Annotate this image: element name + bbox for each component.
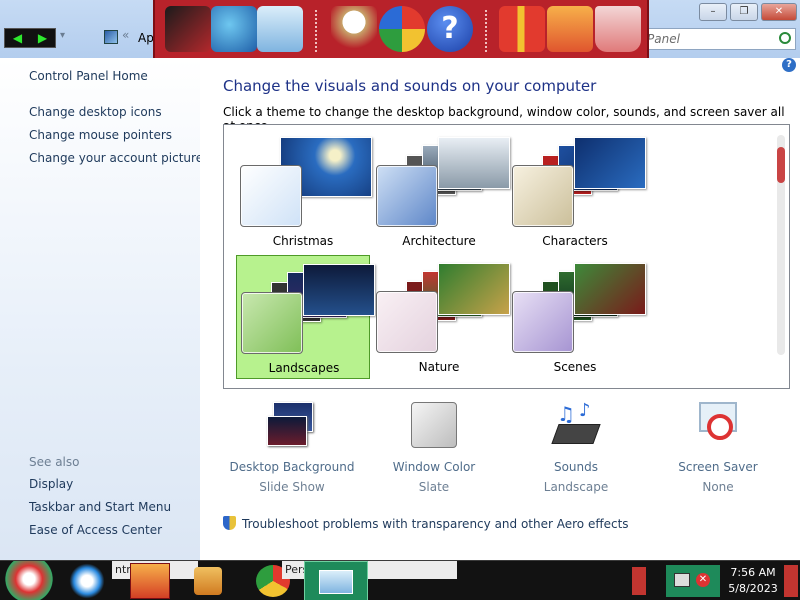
screen-saver-setting[interactable]: Screen Saver None	[648, 400, 788, 494]
sounds-setting[interactable]: ♫ ♪ Sounds Landscape	[506, 400, 646, 494]
show-desktop-button[interactable]	[784, 565, 798, 597]
theme-scrollbar[interactable]	[777, 135, 785, 355]
start-button[interactable]	[4, 561, 54, 600]
theme-landscapes[interactable]: Landscapes	[236, 255, 375, 379]
file-explorer-icon[interactable]	[130, 563, 170, 599]
theme-characters[interactable]: Characters	[508, 129, 646, 253]
troubleshoot-link[interactable]: Troubleshoot problems with transparency …	[223, 516, 629, 531]
minimize-button[interactable]: –	[699, 3, 727, 21]
theme-color-swatch	[512, 165, 574, 227]
setting-label: Window Color	[392, 460, 476, 474]
maximize-button[interactable]: ❐	[730, 3, 758, 21]
setting-value: Landscape	[543, 480, 609, 494]
search-placeholder: Panel	[647, 32, 680, 46]
control-panel-taskbar-button[interactable]	[304, 561, 368, 600]
theme-color-swatch	[240, 165, 302, 227]
dock-separator	[315, 10, 317, 52]
theme-gallery: Christmas Architecture Characters Landsc…	[223, 124, 790, 389]
setting-label: Sounds	[553, 460, 599, 474]
help-icon[interactable]: ?	[427, 6, 473, 52]
theme-label: Characters	[542, 234, 608, 248]
checkmark-shield-icon[interactable]	[379, 6, 425, 52]
forward-button[interactable]: ▶	[30, 29, 55, 47]
santa-monitor-icon[interactable]	[165, 6, 211, 52]
window-color-setting[interactable]: Window Color Slate	[364, 400, 504, 494]
sounds-icon: ♫ ♪	[551, 400, 601, 450]
folder-icon[interactable]	[547, 6, 593, 52]
desktop-background-icon	[267, 400, 317, 450]
recycle-bin-icon[interactable]	[595, 6, 641, 52]
back-button[interactable]: ◀	[5, 29, 30, 47]
control-panel-icon[interactable]	[257, 6, 303, 52]
dock-separator	[485, 10, 487, 52]
desktop-background-setting[interactable]: Desktop Background Slide Show	[222, 400, 362, 494]
change-desktop-icons-link[interactable]: Change desktop icons	[29, 105, 162, 119]
theme-scenes[interactable]: Scenes	[508, 255, 646, 379]
theme-color-swatch	[376, 165, 438, 227]
shield-icon	[223, 516, 236, 530]
recent-pages-dropdown[interactable]: ▾	[60, 30, 65, 41]
setting-label: Screen Saver	[678, 460, 758, 474]
help-icon[interactable]: ?	[782, 58, 796, 72]
theme-color-swatch	[512, 291, 574, 353]
theme-architecture[interactable]: Architecture	[372, 129, 510, 253]
system-clock[interactable]: 7:56 AM 5/8/2023	[726, 565, 780, 597]
theme-label: Christmas	[272, 234, 334, 248]
change-mouse-pointers-link[interactable]: Change mouse pointers	[29, 128, 172, 142]
main-content: ? Change the visuals and sounds on your …	[200, 58, 800, 560]
tray-handle[interactable]	[632, 567, 646, 595]
ease-of-access-link[interactable]: Ease of Access Center	[29, 523, 162, 537]
nav-buttons: ◀ ▶	[4, 28, 56, 48]
window-color-icon	[409, 400, 459, 450]
control-panel-icon	[104, 30, 118, 44]
breadcrumb[interactable]: Ap	[138, 31, 154, 45]
taskbar-start-menu-link[interactable]: Taskbar and Start Menu	[29, 500, 171, 514]
theme-label: Scenes	[553, 360, 597, 374]
breadcrumb-overflow[interactable]: «	[122, 28, 129, 42]
troubleshoot-label: Troubleshoot problems with transparency …	[242, 517, 629, 531]
close-button[interactable]: ✕	[761, 3, 797, 21]
tray-icons[interactable]: ✕	[666, 565, 720, 597]
task-pane: Control Panel Home Change desktop icons …	[0, 58, 203, 560]
page-title: Change the visuals and sounds on your co…	[223, 77, 597, 95]
theme-label: Architecture	[402, 234, 476, 248]
scrollbar-thumb[interactable]	[777, 147, 785, 183]
theme-label: Nature	[418, 360, 460, 374]
search-input[interactable]: Panel	[640, 28, 796, 50]
clock-date: 5/8/2023	[728, 582, 778, 595]
setting-label: Desktop Background	[229, 460, 355, 474]
theme-color-swatch	[376, 291, 438, 353]
snowman-icon[interactable]	[331, 6, 377, 52]
theme-christmas[interactable]: Christmas	[236, 129, 372, 253]
internet-explorer-icon[interactable]	[66, 561, 108, 600]
theme-color-swatch	[241, 292, 303, 354]
theme-nature[interactable]: Nature	[372, 255, 510, 379]
see-also-heading: See also	[29, 455, 80, 469]
gift-icon[interactable]	[499, 6, 545, 52]
change-account-picture-link[interactable]: Change your account picture	[29, 151, 203, 165]
taskbar: ntro l Pers ✕ 7:56 AM 5/8/2023	[0, 560, 800, 600]
media-player-icon[interactable]	[194, 567, 222, 595]
display-link[interactable]: Display	[29, 477, 73, 491]
globe-monitor-icon[interactable]	[211, 6, 257, 52]
volume-muted-icon[interactable]: ✕	[696, 573, 710, 587]
setting-value: Slide Show	[259, 480, 325, 494]
network-icon[interactable]	[674, 573, 690, 587]
setting-value: Slate	[418, 480, 450, 494]
clock-time: 7:56 AM	[730, 566, 776, 579]
setting-value: None	[702, 480, 734, 494]
search-icon[interactable]	[779, 32, 791, 44]
control-panel-home-link[interactable]: Control Panel Home	[29, 69, 148, 83]
theme-label: Landscapes	[268, 361, 340, 375]
dock-bar: ?	[153, 0, 649, 62]
screen-saver-icon	[693, 400, 743, 450]
